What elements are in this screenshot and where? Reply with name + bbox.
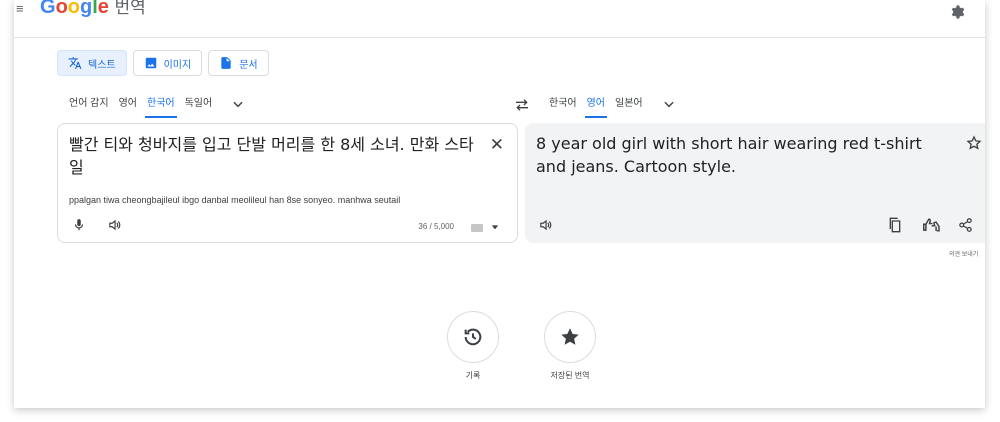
source-lang-english[interactable]: 영어 bbox=[114, 90, 142, 118]
share-icon[interactable] bbox=[958, 217, 973, 233]
microphone-icon[interactable] bbox=[72, 218, 86, 232]
target-lang-english[interactable]: 영어 bbox=[582, 90, 610, 118]
translated-text: 8 year old girl with short hair wearing … bbox=[536, 134, 922, 176]
top-bar: ≡ Google 번역 bbox=[14, 0, 985, 38]
menu-icon[interactable]: ≡ bbox=[16, 2, 30, 15]
history-label: 기록 bbox=[465, 371, 481, 380]
target-lang-korean[interactable]: 한국어 bbox=[544, 90, 582, 118]
translate-icon bbox=[68, 57, 82, 69]
source-text-panel: 빨간 티와 청바지를 입고 단발 머리를 한 8세 소녀. 만화 스타일 ✕ p… bbox=[57, 123, 518, 243]
target-language-bar: 한국어 영어 일본어 bbox=[544, 90, 676, 118]
mode-selector: 텍스트 이미지 문서 bbox=[57, 50, 269, 76]
character-count: 36 / 5,000 bbox=[418, 222, 454, 231]
keyboard-icon[interactable] bbox=[471, 224, 483, 232]
rate-translation-icon[interactable] bbox=[922, 217, 940, 233]
star-icon bbox=[561, 328, 579, 345]
chevron-down-icon[interactable] bbox=[231, 97, 245, 111]
document-icon bbox=[221, 57, 231, 69]
history-icon bbox=[464, 328, 482, 346]
settings-icon[interactable] bbox=[949, 4, 965, 20]
image-mode-label: 이미지 bbox=[163, 59, 192, 71]
speaker-icon[interactable] bbox=[538, 218, 553, 232]
caret-down-icon[interactable] bbox=[491, 223, 499, 231]
chevron-down-icon[interactable] bbox=[662, 97, 676, 111]
text-mode-button[interactable]: 텍스트 bbox=[57, 50, 127, 76]
document-mode-label: 문서 bbox=[239, 59, 258, 71]
swap-languages-icon[interactable] bbox=[514, 98, 530, 112]
source-text-input[interactable]: 빨간 티와 청바지를 입고 단발 머리를 한 8세 소녀. 만화 스타일 bbox=[69, 133, 479, 179]
speaker-icon[interactable] bbox=[107, 218, 122, 232]
history-button[interactable] bbox=[447, 311, 499, 363]
send-feedback-link[interactable]: 의견 보내기 bbox=[949, 249, 978, 258]
text-mode-label: 텍스트 bbox=[88, 59, 116, 71]
saved-translations-button[interactable] bbox=[544, 311, 596, 363]
logo-suffix: 번역 bbox=[114, 0, 146, 17]
star-icon[interactable] bbox=[966, 135, 982, 151]
target-lang-japanese[interactable]: 일본어 bbox=[610, 90, 648, 118]
google-translate-logo[interactable]: Google 번역 bbox=[40, 0, 146, 19]
image-icon bbox=[145, 57, 156, 69]
source-romanization: ppalgan tiwa cheongbajileul ibgo danbal … bbox=[69, 195, 401, 205]
source-language-bar: 언어 감지 영어 한국어 독일어 bbox=[64, 90, 245, 118]
copy-icon[interactable] bbox=[888, 217, 902, 233]
translate-window: ≡ Google 번역 텍스트 이미지 문서 언어 감지 영어 한국어 독일어 bbox=[14, 0, 985, 408]
source-lang-german[interactable]: 독일어 bbox=[180, 90, 218, 118]
document-mode-button[interactable]: 문서 bbox=[208, 50, 269, 76]
image-mode-button[interactable]: 이미지 bbox=[132, 50, 203, 76]
source-lang-detect[interactable]: 언어 감지 bbox=[64, 90, 114, 118]
clear-text-icon[interactable]: ✕ bbox=[490, 136, 504, 153]
translation-panel: 8 year old girl with short hair wearing … bbox=[525, 123, 985, 243]
source-lang-korean[interactable]: 한국어 bbox=[142, 90, 180, 118]
saved-translations-label: 저장된 번역 bbox=[550, 371, 590, 380]
